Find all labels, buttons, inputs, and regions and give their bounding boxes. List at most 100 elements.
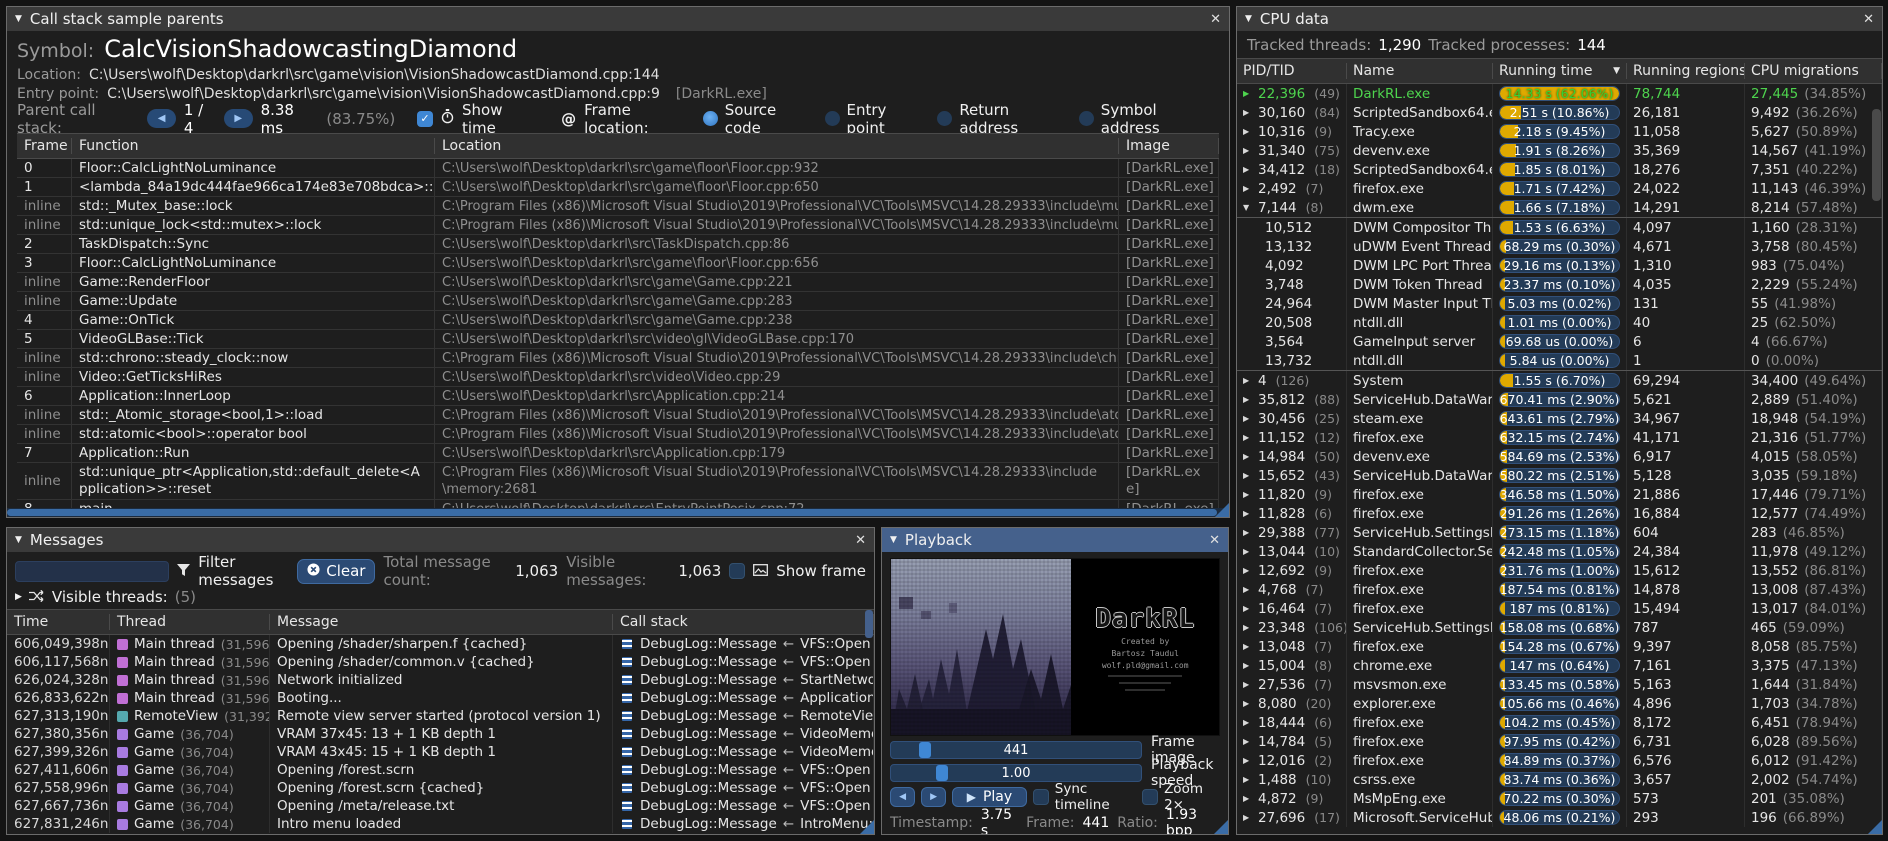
expand-icon[interactable]: ▶ xyxy=(15,592,22,602)
cpu-process-row[interactable]: ▶29,388(77)ServiceHub.SettingsHost273.15… xyxy=(1237,523,1882,542)
expand-icon[interactable]: ▶ xyxy=(1243,89,1253,98)
message-row[interactable]: 627,667,736nsGame(36,704)Opening /meta/r… xyxy=(7,797,874,815)
call-stack-icon[interactable] xyxy=(620,691,634,705)
cpu-process-row[interactable]: ▶30,456(25)steam.exe643.61 ms (2.79%)34,… xyxy=(1237,409,1882,428)
close-icon[interactable]: ✕ xyxy=(1863,12,1874,27)
collapse-icon[interactable]: ▼ xyxy=(15,14,22,24)
call-stack-cell[interactable]: DebugLog::Message←VideoMemo xyxy=(613,725,874,743)
cpu-process-row[interactable]: 13,732ntdll.dll5.84 us (0.00%)10(0.00%) xyxy=(1237,351,1882,371)
cpu-process-row[interactable]: 20,508ntdll.dll1.01 ms (0.00%)4025(62.50… xyxy=(1237,313,1882,332)
cpu-process-row[interactable]: ▼7,144(8)dwm.exe1.66 s (7.18%)14,2918,21… xyxy=(1237,198,1882,217)
call-stack-row[interactable]: 1<lambda_84a19dc444fae966ca174e83e708bdc… xyxy=(17,178,1219,197)
call-stack-cell[interactable]: DebugLog::Message←VFS::Open xyxy=(613,797,874,815)
function-cell[interactable]: TaskDispatch::Sync xyxy=(72,235,435,253)
message-row[interactable]: 627,558,996nsGame(36,704)Opening /forest… xyxy=(7,779,874,797)
cpu-process-row[interactable]: ▶12,016(2)firefox.exe84.89 ms (0.37%)6,5… xyxy=(1237,751,1882,770)
expand-icon[interactable]: ▶ xyxy=(1243,146,1253,155)
call-stack-row[interactable]: 6Application::InnerLoopC:\Users\wolf\Des… xyxy=(17,387,1219,406)
call-stack-row[interactable]: inlineGame::UpdateC:\Users\wolf\Desktop\… xyxy=(17,292,1219,311)
cpu-process-row[interactable]: ▶18,444(6)firefox.exe104.2 ms (0.45%)8,1… xyxy=(1237,713,1882,732)
cpu-process-row[interactable]: ▶11,820(9)firefox.exe346.58 ms (1.50%)21… xyxy=(1237,485,1882,504)
call-stack-icon[interactable] xyxy=(620,655,634,669)
call-stack-cell[interactable]: DebugLog::Message←VFS::Open xyxy=(613,635,874,653)
call-stack-row[interactable]: inlinestd::unique_ptr<Application,std::d… xyxy=(17,463,1219,500)
call-stack-cell[interactable]: DebugLog::Message←VFS::Open xyxy=(613,761,874,779)
expand-icon[interactable]: ▶ xyxy=(1243,756,1253,765)
call-stack-row[interactable]: inlineGame::RenderFloorC:\Users\wolf\Des… xyxy=(17,273,1219,292)
call-stack-icon[interactable] xyxy=(620,709,634,723)
expand-icon[interactable]: ▶ xyxy=(1243,642,1253,651)
expand-icon[interactable]: ▶ xyxy=(1243,585,1253,594)
function-cell[interactable]: <lambda_84a19dc444fae966ca174e83e708bdca… xyxy=(72,178,435,196)
expand-icon[interactable]: ▶ xyxy=(1243,604,1253,613)
step-back-button[interactable]: ◀ xyxy=(890,787,915,807)
call-stack-icon[interactable] xyxy=(620,727,634,741)
expand-icon[interactable]: ▶ xyxy=(1243,528,1253,537)
cpu-process-row[interactable]: 3,748DWM Token Thread23.37 ms (0.10%)4,0… xyxy=(1237,275,1882,294)
expand-icon[interactable]: ▶ xyxy=(1243,680,1253,689)
call-stack-cell[interactable]: DebugLog::Message←IntroMenu:: xyxy=(613,815,874,833)
cpu-scrollbar-thumb[interactable] xyxy=(1872,109,1881,201)
cpu-process-row[interactable]: ▶4,872(9)MsMpEng.exe70.22 ms (0.30%)5732… xyxy=(1237,789,1882,808)
call-stack-icon[interactable] xyxy=(620,673,634,687)
next-stack-button[interactable]: ▶ xyxy=(224,109,253,128)
function-cell[interactable]: std::chrono::steady_clock::now xyxy=(72,349,435,367)
resize-grip[interactable] xyxy=(860,820,874,834)
expand-icon[interactable]: ▶ xyxy=(1243,414,1253,423)
function-cell[interactable]: Video::GetTicksHiRes xyxy=(72,368,435,386)
cpu-process-row[interactable]: ▶34,412(18)ScriptedSandbox64.exe1.85 s (… xyxy=(1237,160,1882,179)
message-row[interactable]: 627,831,246nsGame(36,704)Intro menu load… xyxy=(7,815,874,833)
function-cell[interactable]: Floor::CalcLightNoLuminance xyxy=(72,254,435,272)
frame-location-radio-symbol-address[interactable] xyxy=(1079,111,1094,126)
sync-timeline-checkbox[interactable] xyxy=(1033,789,1049,805)
call-stack-cell[interactable]: DebugLog::Message←VFS::Open xyxy=(613,653,874,671)
collapse-icon[interactable]: ▼ xyxy=(1243,203,1253,212)
expand-icon[interactable]: ▶ xyxy=(1243,623,1253,632)
resize-grip[interactable] xyxy=(1214,820,1228,834)
function-cell[interactable]: Game::RenderFloor xyxy=(72,273,435,291)
expand-icon[interactable]: ▶ xyxy=(1243,376,1253,385)
message-row[interactable]: 627,380,356nsGame(36,704)VRAM 37x45: 13 … xyxy=(7,725,874,743)
cpu-process-row[interactable]: ▶14,784(5)firefox.exe97.95 ms (0.42%)6,7… xyxy=(1237,732,1882,751)
close-icon[interactable]: ✕ xyxy=(1209,533,1220,548)
cpu-process-row[interactable]: ▶22,396(49)DarkRL.exe14.33 s (62.06%)78,… xyxy=(1237,84,1882,103)
prev-stack-button[interactable]: ◀ xyxy=(147,109,176,128)
message-row[interactable]: 606,049,398nsMain thread(31,596)Opening … xyxy=(7,635,874,653)
call-stack-row[interactable]: 3Floor::CalcLightNoLuminanceC:\Users\wol… xyxy=(17,254,1219,273)
call-stack-row[interactable]: inlineVideo::GetTicksHiResC:\Users\wolf\… xyxy=(17,368,1219,387)
cpu-process-row[interactable]: ▶35,812(88)ServiceHub.DataWareho670.41 m… xyxy=(1237,390,1882,409)
call-stack-row[interactable]: 4Game::OnTickC:\Users\wolf\Desktop\darkr… xyxy=(17,311,1219,330)
step-forward-button[interactable]: ▶ xyxy=(921,787,946,807)
message-row[interactable]: 626,833,622nsMain thread(31,596)Booting.… xyxy=(7,689,874,707)
message-row[interactable]: 606,117,568nsMain thread(31,596)Opening … xyxy=(7,653,874,671)
cpu-process-row[interactable]: ▶15,652(43)ServiceHub.DataWareho580.22 m… xyxy=(1237,466,1882,485)
column-header[interactable]: Running time▼ xyxy=(1493,63,1627,79)
expand-icon[interactable]: ▶ xyxy=(1243,661,1253,670)
frame-location-radio-source-code[interactable] xyxy=(703,111,718,126)
function-cell[interactable]: main xyxy=(72,500,435,508)
call-stack-row[interactable]: 8mainC:\Users\wolf\Desktop\darkrl\src\En… xyxy=(17,500,1219,508)
frame-image-slider[interactable]: 441 xyxy=(890,741,1142,759)
call-stack-row[interactable]: inlinestd::_Mutex_base::lockC:\Program F… xyxy=(17,197,1219,216)
cpu-process-row[interactable]: ▶16,464(7)firefox.exe187 ms (0.81%)15,49… xyxy=(1237,599,1882,618)
close-icon[interactable]: ✕ xyxy=(855,533,866,548)
call-stack-row[interactable]: 2TaskDispatch::SyncC:\Users\wolf\Desktop… xyxy=(17,235,1219,254)
expand-icon[interactable]: ▶ xyxy=(1243,184,1253,193)
horizontal-scrollbar[interactable] xyxy=(7,508,1229,517)
horizontal-scrollbar-thumb[interactable] xyxy=(7,509,1217,516)
show-frame-checkbox[interactable] xyxy=(729,563,745,579)
cpu-process-row[interactable]: ▶14,984(50)devenv.exe584.69 ms (2.53%)6,… xyxy=(1237,447,1882,466)
expand-icon[interactable]: ▶ xyxy=(1243,699,1253,708)
cpu-process-row[interactable]: 3,564GameInput server69.68 us (0.00%)64(… xyxy=(1237,332,1882,351)
function-cell[interactable]: Application::InnerLoop xyxy=(72,387,435,405)
call-stack-icon[interactable] xyxy=(620,781,634,795)
cpu-process-row[interactable]: ▶27,536(7)msvsmon.exe133.45 ms (0.58%)5,… xyxy=(1237,675,1882,694)
call-stack-row[interactable]: 5VideoGLBase::TickC:\Users\wolf\Desktop\… xyxy=(17,330,1219,349)
function-cell[interactable]: std::atomic<bool>::operator bool xyxy=(72,425,435,443)
messages-scrollbar-thumb[interactable] xyxy=(865,610,873,638)
cpu-process-row[interactable]: ▶30,160(84)ScriptedSandbox64.exe2.51 s (… xyxy=(1237,103,1882,122)
expand-icon[interactable]: ▶ xyxy=(1243,794,1253,803)
function-cell[interactable]: Game::OnTick xyxy=(72,311,435,329)
expand-icon[interactable]: ▶ xyxy=(1243,775,1253,784)
cpu-process-row[interactable]: 4,092DWM LPC Port Thread29.16 ms (0.13%)… xyxy=(1237,256,1882,275)
